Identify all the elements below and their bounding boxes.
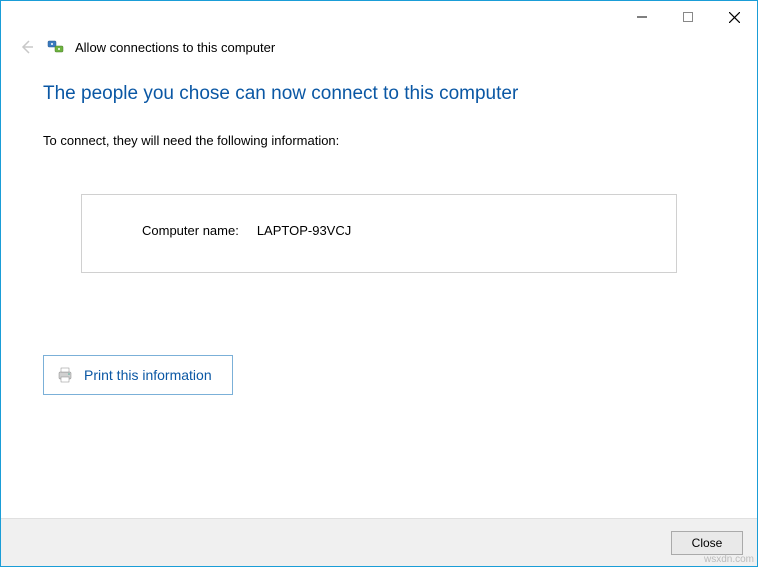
minimize-icon [637, 12, 647, 22]
dialog-window: Allow connections to this computer The p… [0, 0, 758, 567]
sub-text: To connect, they will need the following… [43, 133, 715, 148]
maximize-button[interactable] [665, 3, 711, 31]
header-row: Allow connections to this computer [1, 33, 757, 65]
close-button[interactable]: Close [671, 531, 743, 555]
minimize-button[interactable] [619, 3, 665, 31]
computer-name-value: LAPTOP-93VCJ [257, 223, 351, 238]
close-icon [729, 12, 740, 23]
header-title: Allow connections to this computer [75, 40, 275, 55]
footer: Close [1, 518, 757, 566]
titlebar-close-button[interactable] [711, 3, 757, 31]
maximize-icon [683, 12, 693, 22]
printer-icon [56, 366, 74, 384]
computer-name-label: Computer name: [142, 223, 239, 238]
computer-network-icon [47, 38, 65, 56]
computer-name-row: Computer name: LAPTOP-93VCJ [142, 223, 652, 238]
print-this-information-button[interactable]: Print this information [43, 355, 233, 395]
close-button-label: Close [692, 536, 723, 550]
titlebar-controls [619, 3, 757, 31]
content-area: The people you chose can now connect to … [1, 65, 757, 518]
back-button[interactable] [17, 37, 37, 57]
print-label: Print this information [84, 367, 212, 383]
watermark: wsxdn.com [704, 554, 754, 565]
computer-info-box: Computer name: LAPTOP-93VCJ [81, 194, 677, 273]
main-heading: The people you chose can now connect to … [43, 83, 715, 105]
header-app-icon [47, 38, 65, 56]
titlebar [1, 1, 757, 33]
back-arrow-icon [19, 39, 35, 55]
